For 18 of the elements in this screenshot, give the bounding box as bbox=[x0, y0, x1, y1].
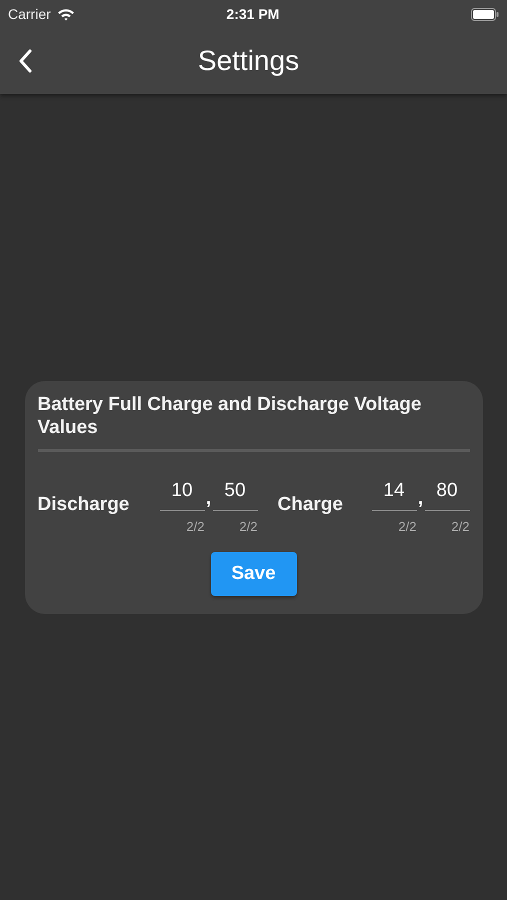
character-counter: 2/2 bbox=[186, 518, 204, 534]
number-field[interactable]: 80 bbox=[424, 478, 470, 510]
wifi-icon bbox=[56, 8, 75, 20]
separator-text: , bbox=[416, 488, 424, 510]
character-counter: 2/2 bbox=[398, 518, 416, 534]
clock: 2:31 PM bbox=[225, 6, 280, 22]
card-title: Battery Full Charge and Discharge Voltage Values bbox=[38, 392, 470, 452]
page-title: Settings bbox=[198, 45, 300, 77]
battery-icon bbox=[471, 8, 499, 20]
number-field[interactable]: 50 bbox=[212, 478, 258, 510]
separator-text: , bbox=[204, 488, 212, 510]
field-label: Discharge bbox=[38, 494, 130, 516]
number-field[interactable]: 10 bbox=[160, 478, 204, 510]
character-counter: 2/2 bbox=[451, 518, 470, 534]
number-field[interactable]: 14 bbox=[372, 478, 416, 510]
field-label: Charge bbox=[278, 494, 344, 516]
character-counter: 2/2 bbox=[239, 518, 258, 534]
carrier-label: Carrier bbox=[8, 6, 51, 22]
